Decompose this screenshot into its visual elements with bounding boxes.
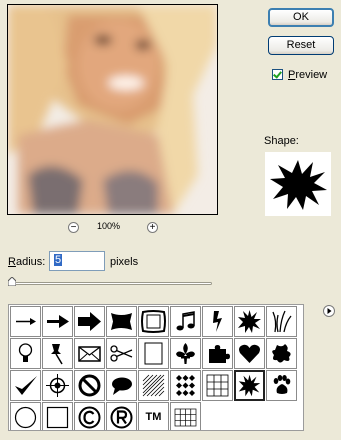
shape-cell[interactable]: [266, 338, 297, 369]
blank-page-icon: [144, 342, 163, 365]
registered-icon: [110, 406, 133, 429]
shape-cell[interactable]: [170, 370, 201, 401]
shape-cell[interactable]: [170, 338, 201, 369]
circle-icon: [14, 406, 37, 429]
starburst-icon: [238, 374, 261, 397]
thumbtack-icon: [51, 344, 63, 365]
radius-label: Radius:: [8, 256, 46, 268]
shape-cell[interactable]: [74, 338, 105, 369]
trademark-icon: TM: [145, 411, 162, 423]
radius-slider-thumb[interactable]: [8, 277, 16, 286]
ok-button[interactable]: OK: [268, 8, 334, 27]
preview-label[interactable]: Preview: [288, 69, 327, 81]
arrow-icon: [47, 315, 69, 328]
splat-icon: [272, 344, 291, 363]
starburst-small-icon: [238, 310, 261, 333]
shape-cell[interactable]: [10, 370, 41, 401]
frame-icon: [141, 310, 166, 333]
shape-cell[interactable]: [138, 306, 169, 337]
zoom-out-button[interactable]: −: [68, 222, 79, 233]
shape-cell[interactable]: [266, 370, 297, 401]
shape-cell[interactable]: [74, 370, 105, 401]
bold-arrow-icon: [78, 312, 101, 331]
shape-cell[interactable]: [42, 402, 73, 430]
shape-cell[interactable]: [42, 306, 73, 337]
shape-cell[interactable]: [106, 338, 137, 369]
shape-cell[interactable]: [202, 338, 233, 369]
paw-icon: [273, 375, 291, 394]
menu-arrow-icon: [323, 305, 335, 317]
radius-value: 5: [54, 254, 63, 266]
diamond-checker-icon: [176, 375, 195, 396]
shape-cell[interactable]: [170, 402, 201, 430]
shape-cell[interactable]: [170, 306, 201, 337]
no-sign-icon: [78, 374, 101, 397]
square-icon: [46, 406, 69, 429]
lightbulb-icon: [18, 343, 33, 362]
shape-cell[interactable]: [106, 402, 137, 430]
fleur-de-lis-icon: [176, 343, 195, 364]
current-shape: [265, 152, 331, 216]
shape-cell[interactable]: [106, 370, 137, 401]
shape-cell[interactable]: [202, 306, 233, 337]
shape-cell[interactable]: [106, 306, 137, 337]
grid-icon: [206, 374, 229, 397]
shape-cell[interactable]: [202, 370, 233, 401]
music-notes-icon: [176, 311, 195, 331]
shape-cell[interactable]: [74, 402, 105, 430]
preview-label-rest: review: [295, 69, 328, 81]
radius-slider[interactable]: [10, 282, 212, 285]
shape-cell[interactable]: [42, 370, 73, 401]
shape-cell[interactable]: [74, 306, 105, 337]
shape-picker[interactable]: TM: [8, 304, 304, 431]
shape-cell[interactable]: [266, 306, 297, 337]
shape-cell[interactable]: TM: [138, 402, 169, 430]
checkmark-icon: [15, 376, 37, 395]
shape-cell-selected[interactable]: [234, 370, 265, 401]
lightning-icon: [213, 311, 222, 332]
hatch-pattern-icon: [142, 374, 165, 397]
radius-input[interactable]: 5: [49, 251, 105, 271]
scissors-icon: [110, 345, 133, 362]
shape-cell[interactable]: [10, 338, 41, 369]
puzzle-icon: [209, 345, 230, 363]
shape-cell[interactable]: [10, 306, 41, 337]
shape-cell[interactable]: [138, 338, 169, 369]
shape-cell[interactable]: [234, 338, 265, 369]
shape-cell[interactable]: [234, 306, 265, 337]
preview-checkbox[interactable]: [272, 69, 283, 80]
banner-icon: [111, 313, 132, 330]
reset-button[interactable]: Reset: [268, 36, 334, 55]
starburst-icon: [270, 160, 327, 210]
shape-menu-button[interactable]: [323, 305, 335, 317]
target-icon: [46, 374, 69, 397]
thin-arrow-icon: [16, 318, 36, 325]
heart-icon: [239, 344, 260, 363]
zoom-level: 100%: [97, 221, 121, 231]
tile-grid-icon: [174, 408, 197, 427]
envelope-icon: [78, 346, 101, 362]
copyright-icon: [78, 406, 101, 429]
radius-unit: pixels: [110, 256, 139, 268]
filter-preview[interactable]: [7, 4, 218, 215]
shape-cell[interactable]: [10, 402, 41, 430]
grass-icon: [272, 310, 292, 333]
shape-cell[interactable]: [42, 338, 73, 369]
speech-bubble-icon: [112, 377, 132, 395]
shape-label: Shape:: [264, 135, 299, 147]
zoom-in-button[interactable]: +: [147, 222, 158, 233]
shape-cell[interactable]: [138, 370, 169, 401]
